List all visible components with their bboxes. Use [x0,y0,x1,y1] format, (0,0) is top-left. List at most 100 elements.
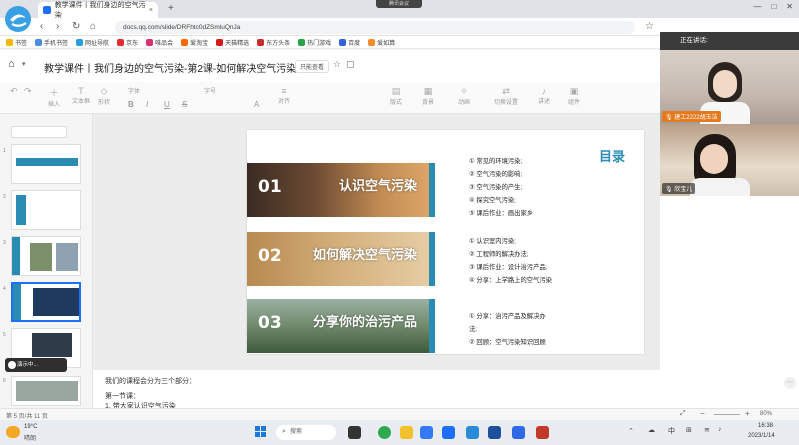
app-icon[interactable] [536,426,549,439]
editor-toolbar: ↶ ↷ ＋插入 T 文本框 ◇ 形状 字体 字号 B I U S A ≡ 对齐 ▤ 版式… [0,82,660,114]
new-tab-button[interactable]: + [168,3,174,14]
star-icon[interactable]: ☆ [333,59,341,70]
section-title: 认识空气污染 [339,178,418,193]
zoom-level[interactable]: 80% [760,411,772,417]
maximize-button[interactable]: □ [771,2,776,11]
zoom-out-button[interactable]: − [700,409,705,418]
notes-line: 我们的课程会分为三个部分： [105,378,196,385]
clock-date[interactable]: 2023/1/14 [748,433,775,439]
slide-thumbnail-selected[interactable] [11,282,81,322]
bookmark-item[interactable]: 手机书签 [35,38,68,47]
notes-line: 1. 带大家认识空气污染 [105,403,176,408]
bookmark-item[interactable]: 百度 [339,38,360,47]
slide-thumbnail[interactable] [11,236,81,276]
back-icon[interactable]: ‹ [40,21,43,32]
tab-close-button[interactable]: × [149,7,153,14]
new-slide-button[interactable] [11,126,67,138]
toolbar-layout[interactable]: ▤ 版式 [390,86,402,106]
app-icon[interactable] [466,426,479,439]
slide-number: 5 [3,332,6,338]
toolbar-insert[interactable]: ＋插入 [48,86,60,108]
browser-logo-icon[interactable] [3,1,33,37]
bookmark-item[interactable]: 网址导航 [76,38,109,47]
toolbar-narrate[interactable]: ♪ 讲述 [538,86,550,105]
browser-tab-active[interactable]: 教学课件丨我们身边的空气污染 × [38,2,158,19]
close-window-button[interactable]: ✕ [786,2,793,11]
toolbar-component[interactable]: ▣ 组件 [568,86,580,106]
weather-temp: 19°C [24,424,38,430]
chevron-down-icon[interactable]: ▾ [22,60,26,68]
volume-icon[interactable]: ♪ [718,426,722,433]
redo-icon[interactable]: ↷ [24,86,32,97]
accent-bar [429,232,435,286]
toolbar-transition[interactable]: ⇄ 切换设置 [494,86,518,106]
slide-thumbnail[interactable] [11,376,81,406]
bookmark-item[interactable]: 天猫精选 [216,38,249,47]
forward-icon[interactable]: › [56,21,59,32]
participant-video-1[interactable]: 🎙 建工2222胡玉洁 [660,50,799,124]
file-explorer-icon[interactable] [400,426,413,439]
meeting-taskbar-icon[interactable] [512,426,525,439]
bookmark-item[interactable]: 京东 [117,38,138,47]
font-color-button[interactable]: A [254,100,259,109]
toolbar-shape[interactable]: ◇ 形状 [98,86,110,106]
clock-time[interactable]: 16:38 [758,423,773,429]
slide-number: 2 [3,194,6,200]
toolbar-animation[interactable]: ✧ 动画 [458,86,470,106]
browser-tab-bar: 教学课件丨我们身边的空气污染 × + 腾讯会议 — □ ✕ [0,0,799,19]
participant-video-2[interactable]: 🎙 欣宝儿 [660,124,799,196]
url-field[interactable]: docs.qq.com/slide/DRFhtc0dZSmluQnJa [115,21,635,34]
wifi-icon[interactable]: ≋ [704,426,710,434]
tray-icon[interactable]: ☁ [648,426,655,434]
notes-line: 第一节课： [105,393,140,400]
italic-button[interactable]: I [146,100,148,109]
bookmark-item[interactable]: 爱淘宝 [181,38,208,47]
chevron-up-icon[interactable]: ⌃ [628,427,634,435]
browser-taskbar-icon[interactable] [420,426,433,439]
weather-icon[interactable] [6,426,20,438]
bookmarks-bar: 书签 手机书签 网址导航 京东 唯品会 爱淘宝 天猫精选 东方头条 热门游戏 百… [0,36,660,49]
more-icon[interactable]: ⋯ [784,377,796,389]
speaker-notes[interactable]: 我们的课程会分为三个部分： 第一节课： 1. 带大家认识空气污染 [93,370,660,408]
zoom-in-button[interactable]: + [745,409,750,418]
toolbar-textbox[interactable]: T 文本框 [72,86,90,105]
minimize-button[interactable]: — [753,2,761,11]
home-icon[interactable]: ⌂ [90,21,96,32]
home-icon[interactable]: ⌂ [8,58,15,70]
bookmark-item[interactable]: 唯品会 [146,38,173,47]
star-icon[interactable]: ☆ [645,21,654,32]
strikethrough-button[interactable]: S [182,100,187,109]
zoom-slider[interactable] [714,414,740,415]
slide-thumbnail[interactable] [11,190,81,230]
bookmark-item[interactable]: 东方头条 [257,38,290,47]
accent-bar [429,163,435,217]
section-1-items: ① 常见的环境污染; ② 空气污染的影响; ③ 空气污染的产生; ④ 探究空气污… [469,158,534,217]
undo-icon[interactable]: ↶ [10,86,18,97]
fit-icon[interactable]: ⤢ [680,410,686,418]
tencent-docs-icon [43,6,51,14]
ime-mode-icon[interactable]: ⊞ [686,426,692,434]
slide-thumbnail[interactable] [11,144,81,184]
ime-indicator[interactable]: 中 [668,426,675,436]
meeting-indicator[interactable]: 腾讯会议 [376,0,422,8]
participant-name-tag: 🎙 欣宝儿 [662,183,696,194]
section-title: 分享你的治污产品 [313,314,418,329]
tencent-docs-taskbar-icon[interactable] [442,426,455,439]
bold-button[interactable]: B [128,100,134,109]
folder-icon[interactable]: ▢ [346,59,355,70]
toolbar-fontsize[interactable]: 字号 [204,86,216,95]
document-title[interactable]: 教学课件丨我们身边的空气污染-第2课-如何解决空气污染 [44,60,296,75]
reload-icon[interactable]: ↻ [72,21,80,32]
toolbar-font[interactable]: 字体 [128,86,140,95]
bookmark-item[interactable]: 热门游戏 [298,38,331,47]
app-icon[interactable] [488,426,501,439]
toolbar-align[interactable]: ≡ 对齐 [278,86,290,105]
toolbar-background[interactable]: ▦ 背景 [422,86,434,106]
bookmark-item[interactable]: 书签 [6,38,27,47]
participant-face [700,144,728,174]
edge-icon[interactable] [378,426,391,439]
bookmark-item[interactable]: 爱如算 [368,38,395,47]
task-view-icon[interactable] [348,426,361,439]
start-icon[interactable] [255,426,267,438]
underline-button[interactable]: U [164,100,170,109]
